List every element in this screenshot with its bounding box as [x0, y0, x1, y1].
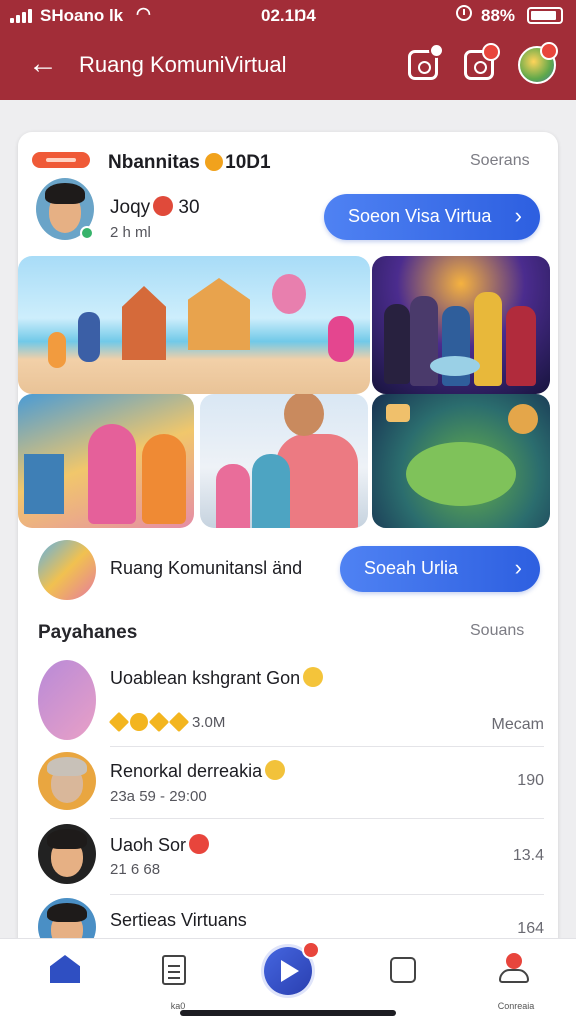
community-avatar[interactable]	[38, 540, 96, 600]
online-status-dot	[80, 226, 94, 240]
chevron-right-icon: ›	[514, 203, 522, 228]
signal-icon	[10, 9, 36, 23]
clock: 02.1Ŋ4	[261, 6, 316, 25]
document-icon	[162, 955, 186, 985]
section-title: Payahanes	[38, 622, 138, 643]
list-item-value: Mecam	[491, 716, 544, 733]
community-card: Nbannitas 10D1 Soerans Joqy 30 2 h ml So…	[18, 132, 558, 952]
smile-emoji-icon	[303, 667, 324, 687]
lemon-emoji-icon	[265, 760, 286, 780]
app-header: SHoanо lk ◠ 02.1Ŋ4 88% ← Ruang KomuniVir…	[0, 0, 576, 100]
notification-badge	[540, 42, 558, 60]
camera-icon[interactable]	[464, 43, 500, 80]
gallery-tile-game-world[interactable]	[372, 394, 550, 528]
community-name: Ruang Komunitansl änd	[110, 558, 303, 578]
nav-documents[interactable]: ka0	[158, 953, 198, 1011]
live-tag	[32, 152, 90, 168]
join-community-button[interactable]: Soeah Urlia ›	[340, 546, 540, 592]
list-item-name: Renorkal derreakia	[110, 760, 286, 782]
join-virtual-button[interactable]: Soeon Visa Virtua ›	[324, 194, 540, 240]
divider	[110, 746, 544, 747]
list-item-avatar[interactable]	[38, 660, 96, 740]
list-item-sub: 23a 59 - 29:00	[110, 788, 207, 805]
angry-emoji-icon	[189, 834, 210, 854]
divider	[110, 894, 544, 895]
box-icon	[390, 957, 416, 983]
rating-stars: 3.0M	[108, 711, 225, 735]
profile-avatar[interactable]	[518, 42, 558, 84]
heart-emoji-icon	[153, 196, 174, 216]
fire-emoji-icon	[205, 153, 224, 171]
gallery-tile-family-photo[interactable]	[200, 394, 368, 528]
notification-badge	[482, 43, 500, 61]
list-item-sub: 21 6 68	[110, 861, 161, 878]
divider	[110, 818, 544, 819]
list-item-avatar[interactable]	[38, 752, 96, 810]
status-bar: SHoanо lk ◠ 02.1Ŋ4 88%	[0, 0, 576, 32]
nav-profile[interactable]: Conreaia	[496, 953, 536, 1011]
wifi-icon: ◠	[136, 4, 151, 23]
home-icon	[50, 955, 80, 983]
gallery-tile-community[interactable]	[372, 256, 550, 394]
gallery-tile-village[interactable]	[18, 256, 370, 394]
list-item-value: 164	[517, 920, 544, 937]
list-item-value: 13.4	[512, 847, 544, 864]
profile-icon	[506, 953, 522, 969]
list-item-name: Uaoh Sor	[110, 834, 210, 856]
list-item-value: 190	[517, 772, 544, 789]
back-arrow-icon[interactable]: ←	[28, 49, 62, 80]
carrier-text: SHoanо lk	[40, 6, 124, 25]
user-subtitle: 2 h ml	[110, 224, 151, 241]
gallery-tile-family-illustration[interactable]	[18, 394, 194, 528]
nav-home[interactable]	[48, 953, 88, 993]
calendar-icon[interactable]	[408, 43, 444, 80]
section-see-all-link[interactable]: Souans	[470, 622, 524, 640]
play-icon	[281, 960, 299, 982]
featured-title: Nbannitas 10D1	[108, 152, 271, 173]
battery-percent: 88%	[481, 6, 516, 25]
notification-dot	[429, 43, 444, 58]
nav-profile-label: Conreaia	[497, 1001, 535, 1011]
list-item-avatar[interactable]	[38, 824, 96, 884]
battery-icon	[527, 7, 563, 24]
page-title: Ruang KomuniVirtual	[79, 52, 287, 77]
nav-play-button[interactable]	[264, 941, 320, 995]
list-item-name: Sertieas Virtuans	[110, 910, 247, 930]
alarm-icon	[456, 5, 472, 21]
notification-badge	[302, 941, 320, 959]
home-indicator[interactable]	[180, 1010, 396, 1016]
nav-box[interactable]	[386, 953, 426, 993]
chevron-down-icon: ›	[514, 555, 522, 580]
user-name: Joqy 30	[110, 196, 200, 218]
see-all-link[interactable]: Soerans	[470, 152, 530, 170]
list-item-name: Uoablean kshgrant Gon	[110, 667, 324, 689]
